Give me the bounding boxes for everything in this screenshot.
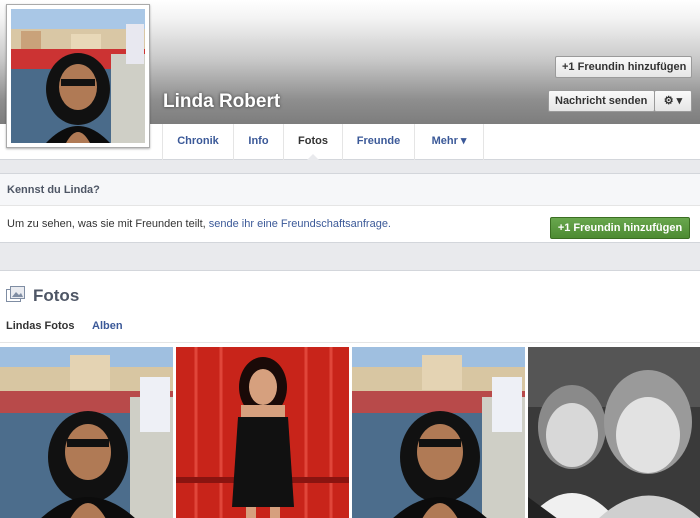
photos-section: Fotos Lindas Fotos Alben — [0, 270, 700, 518]
settings-gear-icon[interactable]: ⚙ ▾ — [654, 90, 692, 112]
add-friend-button[interactable]: +1 Freundin hinzufügen — [555, 56, 692, 78]
subtab-divider — [0, 342, 700, 343]
tab-chronik[interactable]: Chronik — [162, 124, 233, 160]
photos-title: Fotos — [33, 286, 80, 305]
photos-icon — [6, 286, 25, 303]
photo-thumbnail[interactable] — [0, 347, 173, 518]
friend-request-link[interactable]: sende ihr eine Freundschaftsanfrage. — [209, 218, 391, 230]
know-text-plain: Um zu sehen, was sie mit Freunden teilt, — [7, 218, 206, 230]
know-text: Um zu sehen, was sie mit Freunden teilt,… — [7, 218, 391, 230]
tab-fotos[interactable]: Fotos — [283, 124, 342, 161]
tab-freunde[interactable]: Freunde — [342, 124, 414, 160]
photo-thumbnail[interactable] — [352, 347, 525, 518]
tab-lindas-fotos[interactable]: Lindas Fotos — [6, 320, 74, 332]
profile-picture-image — [11, 9, 145, 143]
tab-alben[interactable]: Alben — [92, 320, 123, 332]
know-title: Kennst du Linda? — [0, 174, 700, 206]
profile-picture[interactable] — [6, 4, 150, 148]
photo-thumbnail[interactable] — [528, 347, 700, 518]
profile-page: Linda Robert +1 Freundin hinzufügen Nach… — [0, 0, 700, 518]
send-message-button[interactable]: Nachricht senden — [548, 90, 655, 112]
tab-mehr[interactable]: Mehr ▾ — [414, 124, 484, 160]
photo-thumbnail[interactable] — [176, 347, 349, 518]
add-friend-green-button[interactable]: +1 Freundin hinzufügen — [550, 217, 690, 239]
tab-info[interactable]: Info — [233, 124, 283, 160]
know-box: Kennst du Linda? Um zu sehen, was sie mi… — [0, 173, 700, 243]
profile-name: Linda Robert — [163, 91, 281, 112]
